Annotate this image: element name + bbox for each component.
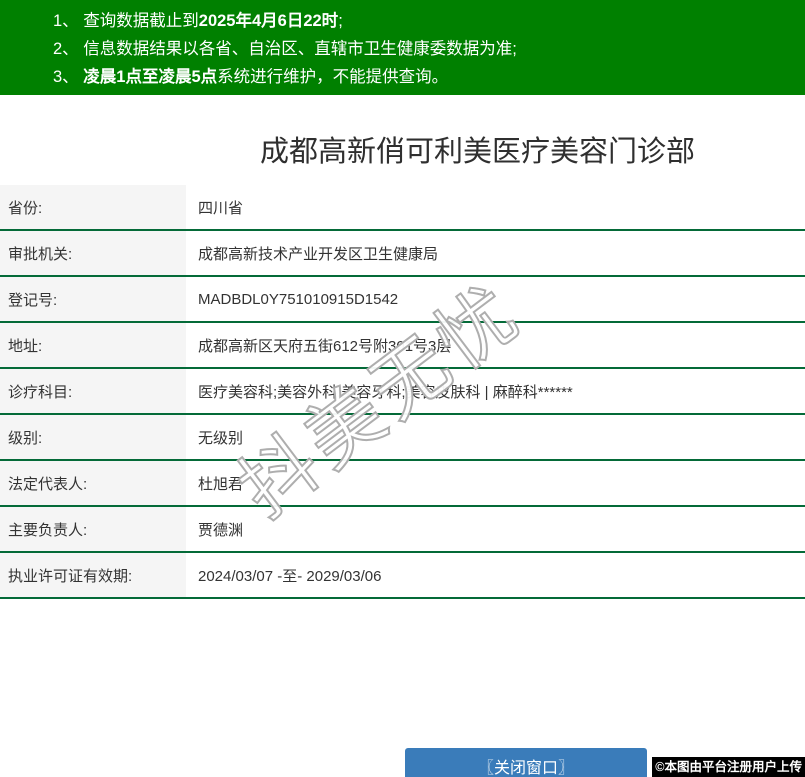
notice-line-3: 3、 凌晨1点至凌晨5点系统进行维护，不能提供查询。	[0, 63, 805, 91]
notice-line-2-number: 2、	[53, 40, 84, 58]
row-value: 成都高新区天府五街612号附301号3层	[186, 323, 805, 367]
row-label: 主要负责人:	[0, 507, 186, 551]
notice-line-3-bold: 凌晨1点至凌晨5点	[83, 68, 218, 86]
table-row-registration-number: 登记号: MADBDL0Y751010915D1542	[0, 277, 805, 323]
upload-credit-badge: ©本图由平台注册用户上传	[652, 757, 805, 777]
notice-line-1-text: 查询数据截止到	[83, 12, 199, 30]
notice-line-1: 1、 查询数据截止到2025年4月6日22时;	[0, 7, 805, 35]
table-row-province: 省份: 四川省	[0, 185, 805, 231]
row-value: MADBDL0Y751010915D1542	[186, 277, 805, 321]
row-label: 级别:	[0, 415, 186, 459]
table-row-main-person-in-charge: 主要负责人: 贾德渊	[0, 507, 805, 553]
row-label: 地址:	[0, 323, 186, 367]
notice-line-2: 2、 信息数据结果以各省、自治区、直辖市卫生健康委数据为准;	[0, 35, 805, 63]
notice-line-1-number: 1、	[53, 12, 84, 30]
table-row-approval-authority: 审批机关: 成都高新技术产业开发区卫生健康局	[0, 231, 805, 277]
row-label: 诊疗科目:	[0, 369, 186, 413]
notice-line-3-number: 3、	[53, 68, 84, 86]
row-value: 医疗美容科;美容外科;美容牙科;美容皮肤科 | 麻醉科******	[186, 369, 805, 413]
row-value: 成都高新技术产业开发区卫生健康局	[186, 231, 805, 275]
row-label: 法定代表人:	[0, 461, 186, 505]
row-value: 贾德渊	[186, 507, 805, 551]
notice-line-1-suffix: ;	[338, 12, 343, 30]
page-title: 成都高新俏可利美医疗美容门诊部	[259, 136, 695, 168]
row-label: 执业许可证有效期:	[0, 553, 186, 597]
notice-line-3-suffix: 系统进行维护，不能提供查询。	[217, 68, 449, 86]
close-window-button[interactable]: 〖关闭窗口〗	[405, 748, 647, 777]
table-row-treatment-subjects: 诊疗科目: 医疗美容科;美容外科;美容牙科;美容皮肤科 | 麻醉科******	[0, 369, 805, 415]
notice-line-1-bold: 2025年4月6日22时	[198, 12, 339, 30]
row-value: 四川省	[186, 185, 805, 229]
notice-line-2-text: 信息数据结果以各省、自治区、直辖市卫生健康委数据为准;	[83, 40, 517, 58]
institution-info-table: 省份: 四川省 审批机关: 成都高新技术产业开发区卫生健康局 登记号: MADB…	[0, 185, 805, 599]
row-value: 杜旭君	[186, 461, 805, 505]
row-label: 登记号:	[0, 277, 186, 321]
row-value: 2024/03/07 -至- 2029/03/06	[186, 553, 805, 597]
row-value: 无级别	[186, 415, 805, 459]
table-row-license-validity: 执业许可证有效期: 2024/03/07 -至- 2029/03/06	[0, 553, 805, 599]
notice-header: 1、 查询数据截止到2025年4月6日22时; 2、 信息数据结果以各省、自治区…	[0, 0, 805, 95]
table-row-address: 地址: 成都高新区天府五街612号附301号3层	[0, 323, 805, 369]
table-row-level: 级别: 无级别	[0, 415, 805, 461]
table-row-legal-representative: 法定代表人: 杜旭君	[0, 461, 805, 507]
row-label: 省份:	[0, 185, 186, 229]
row-label: 审批机关:	[0, 231, 186, 275]
